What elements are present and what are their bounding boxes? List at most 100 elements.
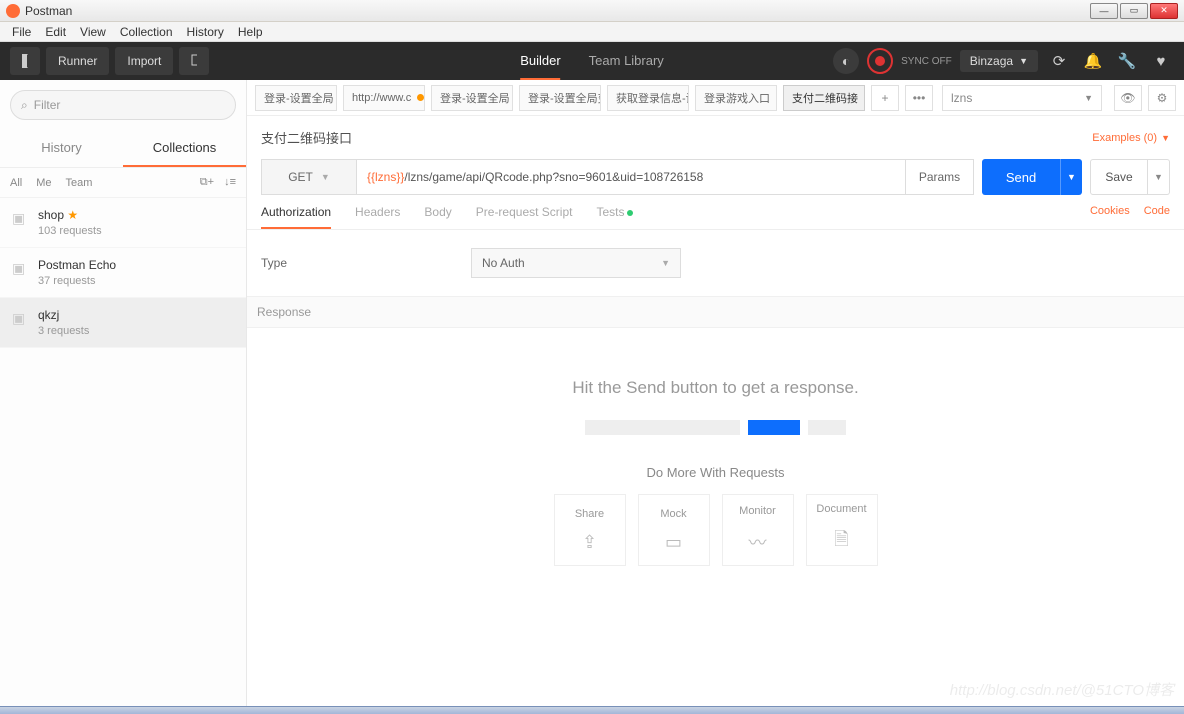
code-link[interactable]: Code xyxy=(1144,205,1170,229)
environment-settings-icon[interactable]: ⚙ xyxy=(1148,85,1176,111)
sidebar-tab-history[interactable]: History xyxy=(0,130,123,167)
save-button[interactable]: Save xyxy=(1090,159,1148,195)
request-tab[interactable]: 登录游戏入口 xyxy=(695,85,777,111)
subtab-headers[interactable]: Headers xyxy=(355,205,400,229)
menu-help[interactable]: Help xyxy=(232,23,269,41)
menubar: File Edit View Collection History Help xyxy=(0,22,1184,42)
menu-collection[interactable]: Collection xyxy=(114,23,179,41)
url-variable: {{lzns}} xyxy=(367,170,404,184)
folder-icon: ▣ xyxy=(12,210,28,237)
auth-type-label: Type xyxy=(261,256,471,270)
window-maximize-button[interactable]: ▭ xyxy=(1120,3,1148,19)
sync-status: SYNC OFF xyxy=(901,56,952,67)
sync-icon[interactable] xyxy=(867,48,893,74)
sidebar-icon xyxy=(22,54,28,68)
toggle-sidebar-button[interactable] xyxy=(10,47,40,75)
new-collection-icon[interactable]: ⧉+ xyxy=(200,176,214,189)
postman-logo-icon xyxy=(6,4,20,18)
examples-dropdown[interactable]: Examples (0)▼ xyxy=(1092,132,1170,144)
collection-item[interactable]: ▣ qkzj 3 requests xyxy=(0,298,246,348)
send-button[interactable]: Send xyxy=(982,159,1060,195)
dirty-dot-icon xyxy=(776,94,777,101)
runner-button[interactable]: Runner xyxy=(46,47,109,75)
response-placeholder-graphic xyxy=(247,420,1184,435)
sidebar: ⌕ Filter History Collections All Me Team… xyxy=(0,80,247,706)
collection-name: shop xyxy=(38,208,64,222)
url-input[interactable]: {{lzns}}/lzns/game/api/QRcode.php?sno=96… xyxy=(357,159,906,195)
capture-icon[interactable]: ◐ xyxy=(833,48,859,74)
filter-input[interactable]: ⌕ Filter xyxy=(10,90,236,120)
document-icon: 🗎 xyxy=(834,527,848,557)
filter-placeholder: Filter xyxy=(34,98,61,112)
menu-history[interactable]: History xyxy=(181,23,230,41)
folder-icon: ▣ xyxy=(12,310,28,337)
heart-icon[interactable]: ♥ xyxy=(1148,53,1174,70)
star-icon: ★ xyxy=(67,208,78,222)
cookies-link[interactable]: Cookies xyxy=(1090,205,1130,229)
card-mock[interactable]: Mock▭ xyxy=(638,494,710,566)
request-tab[interactable]: 支付二维码接 xyxy=(783,85,865,111)
new-window-icon: + xyxy=(191,54,197,68)
mock-icon: ▭ xyxy=(665,532,682,553)
new-tab-button[interactable]: + xyxy=(179,47,209,75)
settings-icon[interactable]: 🔧 xyxy=(1114,52,1140,70)
nav-team-library[interactable]: Team Library xyxy=(589,43,664,80)
subtab-prerequest[interactable]: Pre-request Script xyxy=(476,205,573,229)
filter-all[interactable]: All xyxy=(10,177,22,189)
request-tab[interactable]: http://www.c xyxy=(343,85,425,111)
request-tab[interactable]: 登录-设置全局 xyxy=(255,85,337,111)
user-menu[interactable]: Binzaga▼ xyxy=(960,50,1038,72)
share-icon: ⇪ xyxy=(582,532,597,553)
subtab-body[interactable]: Body xyxy=(424,205,451,229)
method-select[interactable]: GET▼ xyxy=(261,159,357,195)
card-document[interactable]: Document🗎 xyxy=(806,494,878,566)
response-header: Response xyxy=(247,296,1184,328)
params-button[interactable]: Params xyxy=(906,159,974,195)
request-tab[interactable]: 获取登录信息-设置 xyxy=(607,85,689,111)
collection-count: 37 requests xyxy=(38,275,116,287)
import-button[interactable]: Import xyxy=(115,47,173,75)
subtab-tests[interactable]: Tests xyxy=(596,205,633,229)
tab-options-button[interactable]: ••• xyxy=(905,85,933,111)
environment-quicklook-icon[interactable]: 👁 xyxy=(1114,85,1142,111)
menu-view[interactable]: View xyxy=(74,23,112,41)
card-monitor[interactable]: Monitor〰 xyxy=(722,494,794,566)
filter-me[interactable]: Me xyxy=(36,177,51,189)
monitor-icon: 〰 xyxy=(749,529,767,555)
refresh-icon[interactable]: ⟳ xyxy=(1046,52,1072,70)
menu-edit[interactable]: Edit xyxy=(39,23,72,41)
search-icon: ⌕ xyxy=(21,98,28,113)
window-close-button[interactable]: ✕ xyxy=(1150,3,1178,19)
nav-builder[interactable]: Builder xyxy=(520,43,560,80)
auth-type-select[interactable]: No Auth▼ xyxy=(471,248,681,278)
send-dropdown[interactable]: ▼ xyxy=(1060,159,1082,195)
collection-count: 3 requests xyxy=(38,325,89,337)
url-path: /lzns/game/api/QRcode.php?sno=9601&uid=1… xyxy=(404,170,703,184)
response-hint: Hit the Send button to get a response. xyxy=(247,328,1184,408)
request-tab[interactable]: 登录-设置全局 xyxy=(431,85,513,111)
card-share[interactable]: Share⇪ xyxy=(554,494,626,566)
sort-icon[interactable]: ↓≡ xyxy=(224,176,236,189)
notifications-icon[interactable]: 🔔 xyxy=(1080,52,1106,70)
menu-file[interactable]: File xyxy=(6,23,37,41)
watermark: http://blog.csdn.net/@51CTO博客 xyxy=(950,679,1174,700)
window-minimize-button[interactable]: — xyxy=(1090,3,1118,19)
indicator-dot-icon xyxy=(627,210,633,216)
content-area: 登录-设置全局 http://www.c 登录-设置全局 登录-设置全局变量 获… xyxy=(247,80,1184,706)
add-tab-button[interactable]: + xyxy=(871,85,899,111)
save-dropdown[interactable]: ▼ xyxy=(1148,159,1170,195)
do-more-label: Do More With Requests xyxy=(247,465,1184,480)
collection-name: qkzj xyxy=(38,308,89,322)
collection-item[interactable]: ▣ shop ★ 103 requests xyxy=(0,198,246,248)
request-name-row: 支付二维码接口 Examples (0)▼ xyxy=(247,116,1184,159)
request-tab[interactable]: 登录-设置全局变量 xyxy=(519,85,601,111)
environment-select[interactable]: lzns▼ xyxy=(942,85,1102,111)
collection-count: 103 requests xyxy=(38,225,102,237)
subtab-authorization[interactable]: Authorization xyxy=(261,205,331,229)
window-title: Postman xyxy=(25,4,72,18)
taskbar-edge xyxy=(0,706,1184,714)
collection-item[interactable]: ▣ Postman Echo 37 requests xyxy=(0,248,246,298)
request-name: 支付二维码接口 xyxy=(261,128,352,147)
sidebar-tab-collections[interactable]: Collections xyxy=(123,130,246,167)
filter-team[interactable]: Team xyxy=(66,177,93,189)
